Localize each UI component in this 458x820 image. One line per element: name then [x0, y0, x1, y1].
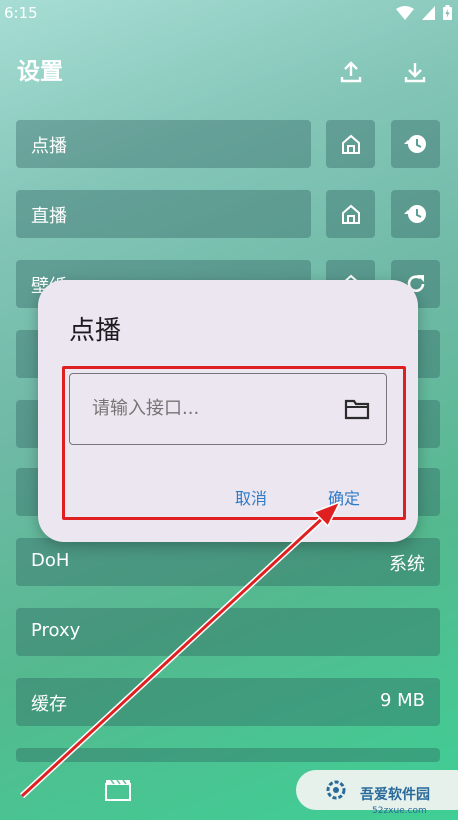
- annotation-arrow: [19, 500, 342, 799]
